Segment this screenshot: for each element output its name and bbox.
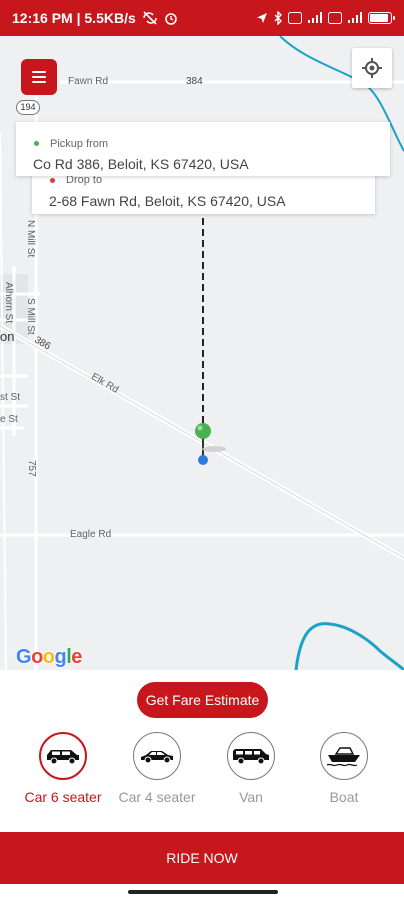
sedan-icon — [141, 751, 173, 764]
map-label-alhorn-st: Alhorn St — [3, 282, 14, 324]
boat-icon — [326, 747, 360, 767]
vehicle-label: Van — [239, 789, 263, 805]
alarm-icon — [164, 11, 178, 25]
map-label-n-mill-st: N Mill St — [25, 220, 36, 258]
vehicle-label: Boat — [329, 789, 359, 805]
menu-icon-bar — [32, 81, 46, 83]
vehicle-circle — [227, 732, 275, 780]
location-arrow-icon — [256, 12, 268, 24]
vehicle-option-car-6-seater[interactable]: Car 6 seater — [15, 732, 111, 812]
menu-button[interactable] — [21, 59, 57, 95]
drop-address: 2-68 Fawn Rd, Beloit, KS 67420, USA — [49, 193, 286, 209]
system-nav-bar — [0, 884, 404, 900]
my-location-button[interactable] — [352, 48, 392, 88]
suv-icon — [47, 750, 79, 765]
sync-off-icon — [142, 11, 158, 25]
menu-icon-bar — [32, 71, 46, 73]
home-indicator[interactable] — [128, 890, 278, 894]
map-view[interactable]: 194 Fawn Rd 384 N Mill St Alhorn St S Mi… — [0, 36, 404, 670]
map-label-757: 757 — [26, 460, 37, 477]
drop-location-card[interactable]: Drop to 2-68 Fawn Rd, Beloit, KS 67420, … — [32, 170, 375, 214]
vehicle-label: Car 6 seater — [24, 789, 102, 805]
vehicle-option-van[interactable]: Van — [203, 732, 299, 812]
drop-dot-icon — [50, 178, 55, 183]
map-label-eagle-rd: Eagle Rd — [70, 529, 112, 540]
vehicle-option-boat[interactable]: Boat — [296, 732, 392, 812]
map-label-street-1: st St — [0, 392, 21, 403]
volte-icon — [288, 12, 302, 24]
vehicle-label: Car 4 seater — [118, 789, 196, 805]
battery-icon — [368, 12, 395, 24]
status-bar: 12:16 PM | 5.5KB/s — [0, 0, 404, 36]
vehicle-option-car-4-seater[interactable]: Car 4 seater — [109, 732, 205, 812]
map-label-town: on — [0, 329, 15, 344]
menu-icon-bar — [32, 76, 46, 78]
battery-fill — [370, 14, 388, 22]
vehicle-circle — [133, 732, 181, 780]
get-fare-estimate-button[interactable]: Get Fare Estimate — [137, 682, 268, 718]
map-label-street-2: e St — [0, 414, 18, 425]
pickup-caption: Pickup from — [50, 138, 109, 150]
pickup-address: Co Rd 386, Beloit, KS 67420, USA — [33, 156, 249, 172]
vehicle-circle — [320, 732, 368, 780]
pickup-location-card[interactable]: Pickup from Co Rd 386, Beloit, KS 67420,… — [16, 122, 390, 176]
map-label-fawn-rd: Fawn Rd — [68, 76, 109, 87]
volte-icon-2 — [328, 12, 342, 24]
pickup-dot-icon — [34, 141, 39, 146]
status-time: 12:16 PM | 5.5KB/s — [12, 10, 136, 26]
signal-strength-icon — [307, 12, 323, 24]
map-label-384: 384 — [186, 76, 203, 87]
van-icon — [233, 749, 269, 765]
vehicle-circle — [39, 732, 87, 780]
signal-strength-icon-2 — [347, 12, 363, 24]
google-logo: Google — [16, 646, 82, 668]
bottom-panel: Get Fare Estimate Car 6 seater Car 4 sea… — [0, 670, 404, 832]
bluetooth-icon — [273, 11, 283, 25]
ride-now-button[interactable]: RIDE NOW — [0, 832, 404, 884]
route-shield-194: 194 — [16, 100, 40, 115]
crosshair-icon — [362, 58, 382, 78]
map-label-s-mill-st: S Mill St — [25, 298, 36, 335]
